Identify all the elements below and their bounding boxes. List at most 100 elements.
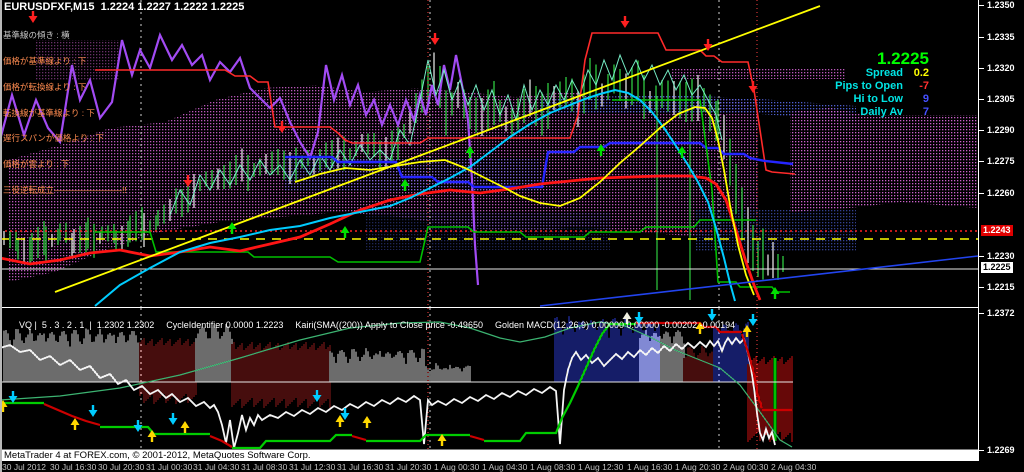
exit-arrow	[134, 420, 143, 432]
info-value: -7	[903, 80, 929, 93]
time-label: 31 Jul 16:30	[337, 462, 383, 472]
indicator-tick: 1.2372	[987, 308, 1015, 318]
price-tick: 1.2335	[987, 32, 1015, 42]
time-label: 30 Jul 16:30	[50, 462, 96, 472]
buy-arrow	[771, 287, 780, 299]
ichimoku-cloud	[790, 108, 978, 212]
time-label: 31 Jul 12:30	[289, 462, 335, 472]
info-row: Hi to Low9	[835, 93, 929, 106]
scale-tick-mark	[979, 313, 984, 314]
scale-tick-mark	[979, 450, 984, 451]
pane-separator[interactable]	[0, 307, 978, 308]
time-label: 31 Jul 08:30	[241, 462, 287, 472]
time-label: 2 Aug 00:30	[723, 462, 768, 472]
trend-step-line	[470, 436, 484, 440]
indicator-header: VQ | 5 . 3 . 2 . 1 | 1.2302 1.2302 CycleI…	[4, 310, 747, 340]
main-chart-pane[interactable]: EURUSDFXF,M15 1.2224 1.2227 1.2222 1.222…	[0, 0, 978, 307]
entry-arrow	[71, 418, 80, 430]
price-tick: 1.2350	[987, 0, 1015, 10]
main-chart-canvas[interactable]	[0, 0, 978, 307]
info-row: Pips to Open-7	[835, 80, 929, 93]
exit-arrow	[9, 391, 18, 403]
scale-tick-mark	[979, 37, 984, 38]
ichimoku-signal-line: 三役逆転成立――――――――!!	[3, 186, 127, 195]
sell-arrow	[621, 16, 630, 28]
price-tick: 1.2215	[987, 282, 1015, 292]
golden-macd-label: Golden MACD(12,26,9) 0.00000 0.00000 -0.…	[495, 320, 735, 330]
price-tick: 1.2290	[987, 125, 1015, 135]
info-label: Hi to Low	[854, 93, 904, 106]
kairi-label: Kairi(SMA((200)) Apply to Close price -0…	[295, 320, 483, 330]
time-label: 31 Jul 20:30	[385, 462, 431, 472]
time-label: 1 Aug 12:30	[578, 462, 623, 472]
indicator-pane[interactable]: VQ | 5 . 3 . 2 . 1 | 1.2302 1.2302 CycleI…	[0, 308, 978, 449]
vq-indicator-label: VQ | 5 . 3 . 2 . 1 | 1.2302 1.2302	[19, 320, 154, 330]
info-label: Spread	[866, 67, 903, 80]
symbol-period: EURUSDFXF,M15	[4, 1, 94, 13]
scale-tick-mark	[979, 287, 984, 288]
price-tick: 1.2320	[987, 63, 1015, 73]
scale-tick-mark	[979, 68, 984, 69]
time-label: 1 Aug 08:30	[530, 462, 575, 472]
price-tick: 1.2260	[987, 188, 1015, 198]
info-row: Daily Av7	[835, 106, 929, 119]
quote-info-panel: 1.2225 Spread0.2Pips to Open-7Hi to Low9…	[835, 50, 929, 119]
ichimoku-slope-line: 基準線の傾き : 横	[3, 31, 127, 40]
mt4-chart-window: EURUSDFXF,M15 1.2224 1.2227 1.2222 1.222…	[0, 0, 1024, 472]
entry-arrow	[181, 421, 190, 433]
entry-arrow	[148, 430, 157, 442]
time-axis[interactable]: 30 Jul 201230 Jul 16:3030 Jul 20:3031 Ju…	[0, 461, 1024, 472]
info-value: 9	[903, 93, 929, 106]
time-label: 1 Aug 16:30	[627, 462, 672, 472]
buy-arrow	[341, 226, 350, 238]
time-label: 1 Aug 00:30	[434, 462, 479, 472]
price-tick: 1.2275	[987, 156, 1015, 166]
sell-arrow	[749, 81, 758, 93]
ichimoku-condition: 遅行スパンが価格より : 下	[3, 134, 127, 143]
time-label: 1 Aug 20:30	[675, 462, 720, 472]
info-value: 0.2	[903, 67, 929, 80]
scale-tick-mark	[979, 193, 984, 194]
price-scale[interactable]: 1.2350 1.2335 1.2320 1.2305 1.2290 1.2275 1.22…	[978, 0, 1024, 461]
time-label: 31 Jul 00:30	[146, 462, 192, 472]
quote-info-rows: Spread0.2Pips to Open-7Hi to Low9Daily A…	[835, 67, 929, 119]
time-label: 30 Jul 2012	[2, 462, 46, 472]
scale-tick-mark	[979, 5, 984, 6]
info-value: 7	[903, 106, 929, 119]
ichimoku-condition: 価格が転換線より : 下	[3, 83, 127, 92]
time-label: 2 Aug 04:30	[771, 462, 816, 472]
ohlc-quotes: 1.2224 1.2227 1.2222 1.2225	[94, 1, 244, 13]
ask-price-box: 1.2243	[981, 225, 1013, 236]
indicator-tick: 1.2269	[987, 445, 1015, 455]
info-label: Pips to Open	[835, 80, 903, 93]
info-label: Daily Av	[860, 106, 903, 119]
ichimoku-condition: 価格が雲より : 下	[3, 160, 127, 169]
info-row: Spread0.2	[835, 67, 929, 80]
price-tick: 1.2230	[987, 251, 1015, 261]
window-border	[0, 0, 2, 472]
cycleidentifier-label: CycleIdentifier 0.0000 1.2223	[166, 320, 283, 330]
ichimoku-advisor-panel: 基準線の傾き : 横 価格が基準線より : 下 価格が転換線より : 下 転換線…	[3, 14, 127, 212]
trend-step-line	[366, 435, 470, 441]
sell-arrow	[431, 33, 440, 45]
current-price: 1.2225	[835, 50, 929, 67]
scale-tick-mark	[979, 130, 984, 131]
scale-tick-mark	[979, 99, 984, 100]
trend-step-line	[232, 435, 352, 448]
entry-arrow	[363, 416, 372, 428]
ichimoku-condition: 価格が基準線より : 下	[3, 57, 127, 66]
exit-arrow	[169, 413, 178, 425]
price-tick: 1.2305	[987, 94, 1015, 104]
time-label: 31 Jul 04:30	[193, 462, 239, 472]
scale-tick-mark	[979, 256, 984, 257]
ichimoku-condition: 転換線が基準線より : 下	[3, 109, 127, 118]
trend-step-line	[210, 436, 232, 447]
exit-arrow	[749, 314, 758, 326]
bid-price-box: 1.2225	[981, 262, 1013, 273]
time-label: 30 Jul 20:30	[98, 462, 144, 472]
trend-step-line	[352, 436, 366, 440]
symbol-title: EURUSDFXF,M15 1.2224 1.2227 1.2222 1.222…	[4, 1, 244, 13]
time-label: 1 Aug 04:30	[482, 462, 527, 472]
scale-tick-mark	[979, 161, 984, 162]
exit-arrow	[89, 405, 98, 417]
